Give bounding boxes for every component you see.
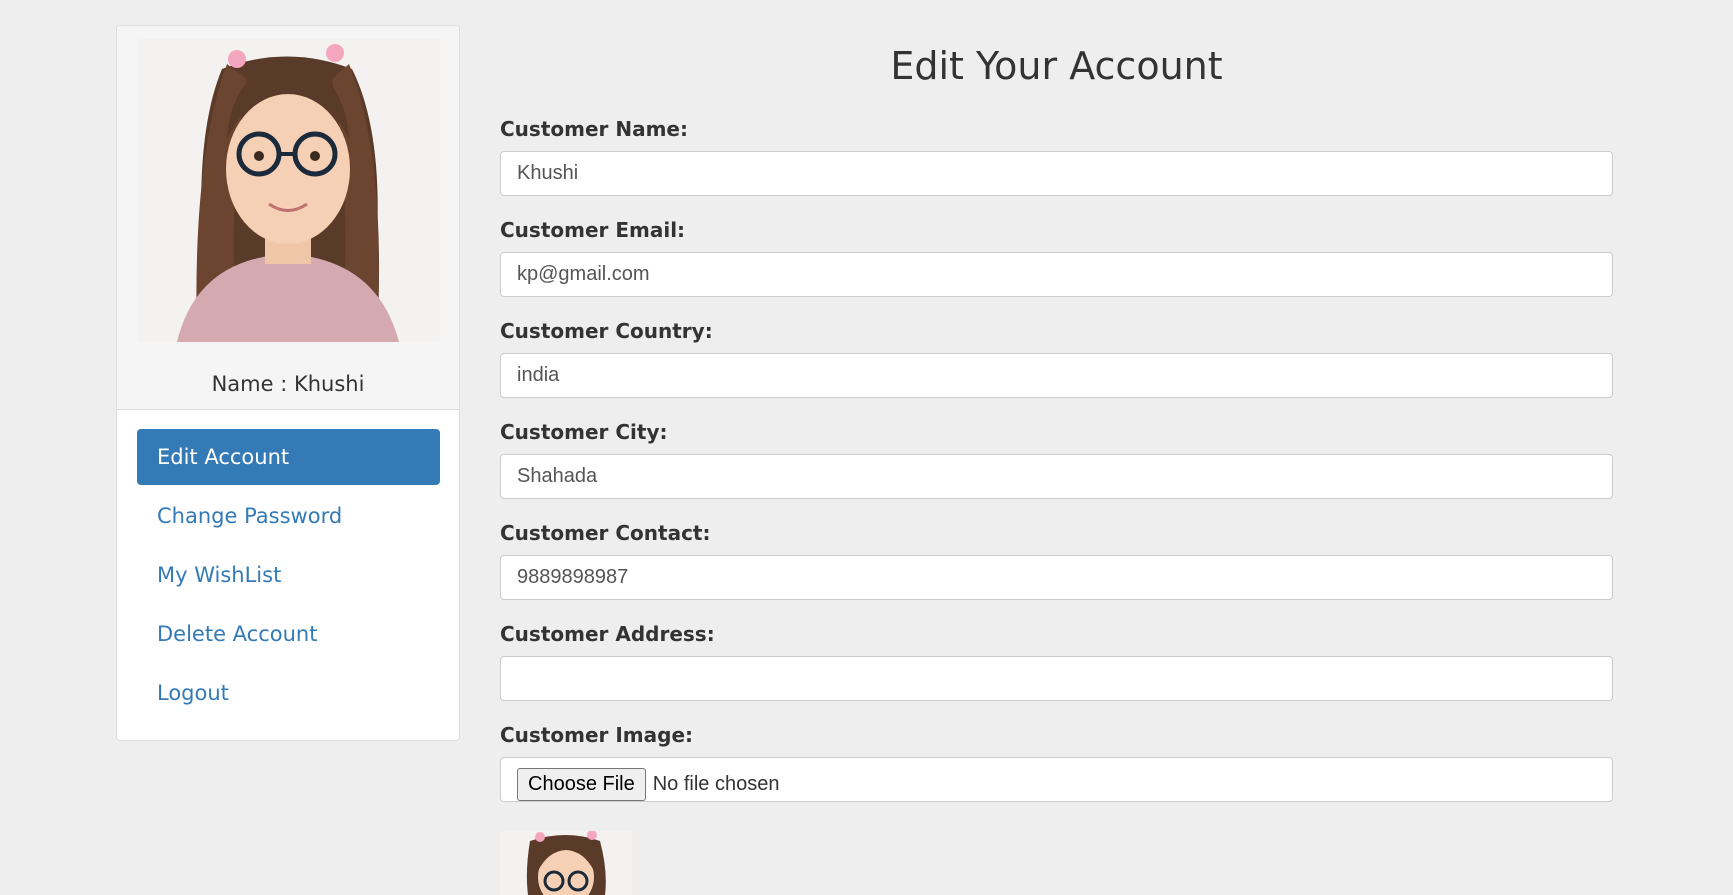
customer-contact-input[interactable]: 9889898987 — [500, 555, 1613, 600]
customer-address-input[interactable] — [500, 656, 1613, 701]
customer-contact-label: Customer Contact: — [500, 521, 711, 545]
customer-email-input[interactable]: kp@gmail.com — [500, 252, 1613, 297]
customer-country-label: Customer Country: — [500, 319, 713, 343]
account-menu: Edit Account Change Password My WishList… — [137, 429, 440, 724]
customer-country-input[interactable]: india — [500, 353, 1613, 398]
menu-item-change-password[interactable]: Change Password — [137, 488, 440, 544]
customer-email-label: Customer Email: — [500, 218, 686, 242]
profile-photo — [137, 39, 440, 342]
menu-item-edit-account[interactable]: Edit Account — [137, 429, 440, 485]
customer-city-label: Customer City: — [500, 420, 668, 444]
file-status-text: No file chosen — [652, 773, 780, 795]
customer-image-preview — [500, 831, 632, 895]
page-title: Edit Your Account — [890, 44, 1223, 88]
customer-image-file-input: Choose File No file chosen — [500, 757, 1613, 802]
customer-name-label: Customer Name: — [500, 117, 688, 141]
menu-item-my-wishlist[interactable]: My WishList — [137, 547, 440, 603]
account-sidebar: Name : Khushi Edit Account Change Passwo… — [116, 25, 460, 741]
profile-panel: Name : Khushi — [117, 26, 459, 410]
menu-item-logout[interactable]: Logout — [137, 665, 440, 721]
customer-image-label: Customer Image: — [500, 723, 694, 747]
profile-name: Name : Khushi — [211, 372, 365, 396]
customer-city-input[interactable]: Shahada — [500, 454, 1613, 499]
menu-item-delete-account[interactable]: Delete Account — [137, 606, 440, 662]
customer-name-input[interactable]: Khushi — [500, 151, 1613, 196]
customer-address-label: Customer Address: — [500, 622, 715, 646]
choose-file-button[interactable]: Choose File — [517, 768, 646, 801]
